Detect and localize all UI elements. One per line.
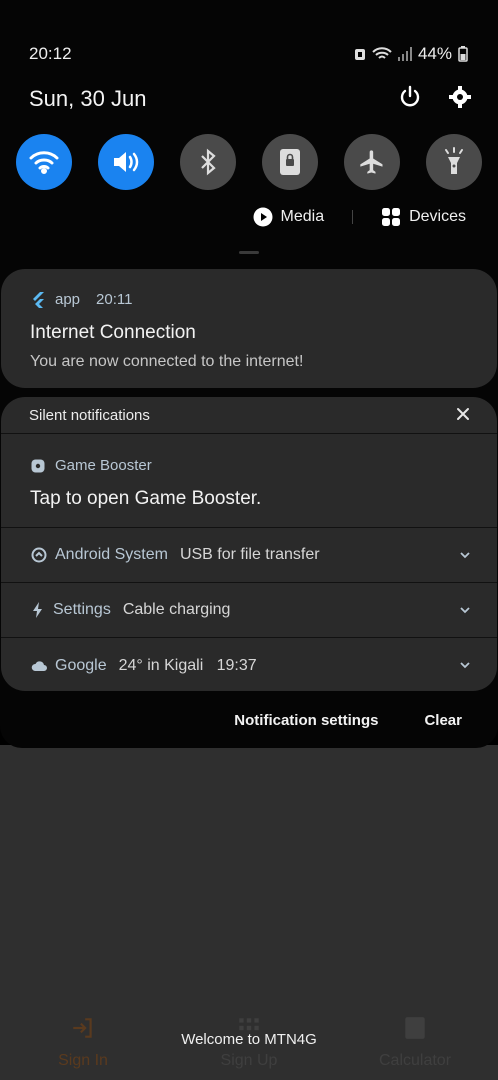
cloud-icon [31, 660, 47, 671]
notification-row-settings[interactable]: Settings Cable charging [1, 583, 497, 638]
silent-header-label: Silent notifications [29, 407, 150, 424]
media-button[interactable]: Media [253, 207, 325, 227]
row-app: Android System [55, 546, 168, 563]
devices-label: Devices [409, 208, 466, 225]
clear-button[interactable]: Clear [424, 712, 462, 729]
portrait-lock-icon [280, 149, 300, 175]
signal-icon [397, 47, 412, 61]
notification-row-google[interactable]: Google 24° in Kigali 19:37 [1, 638, 497, 691]
qs-airplane[interactable] [344, 134, 400, 190]
airplane-icon [360, 150, 383, 174]
notification-settings-button[interactable]: Notification settings [234, 712, 378, 729]
divider [352, 210, 354, 224]
date-label: Sun, 30 Jun [29, 86, 147, 111]
row-message: 24° in Kigali 19:37 [118, 656, 257, 674]
settings-button[interactable] [448, 85, 472, 109]
header-actions [398, 85, 472, 109]
game-booster-icon [31, 459, 45, 472]
devices-button[interactable]: Devices [381, 207, 466, 227]
status-icons: 44% [354, 44, 468, 64]
alarm-icon [354, 49, 365, 60]
row-app: Settings [53, 601, 111, 618]
game-booster-app: Game Booster [55, 457, 152, 474]
row-message: USB for file transfer [179, 546, 320, 563]
game-booster-header: Game Booster [31, 457, 152, 474]
flashlight-icon [445, 147, 463, 174]
qs-rotation-lock[interactable] [262, 134, 318, 190]
chevron-down-icon[interactable] [459, 605, 471, 615]
qs-bluetooth[interactable] [180, 134, 236, 190]
notification-time: 20:11 [96, 291, 133, 308]
power-button[interactable] [398, 85, 422, 109]
silent-header: Silent notifications [1, 397, 497, 434]
qs-wifi[interactable] [16, 134, 72, 190]
row-app: Google [55, 656, 107, 674]
notification-header: app 20:11 [31, 291, 132, 308]
chevron-down-icon[interactable] [459, 660, 471, 670]
game-booster-text: Tap to open Game Booster. [30, 488, 262, 509]
wifi-status-icon [372, 47, 392, 59]
android-system-icon [31, 547, 47, 563]
bluetooth-icon [201, 148, 216, 176]
shade-footer: Notification settings Clear [234, 712, 462, 729]
qs-sound[interactable] [98, 134, 154, 190]
media-devices-bar: Media Devices [253, 207, 466, 227]
charging-icon [33, 602, 42, 618]
qs-flashlight[interactable] [426, 134, 482, 190]
drag-handle[interactable] [239, 251, 259, 254]
play-icon [253, 207, 273, 227]
notification-title: Internet Connection [30, 322, 196, 343]
toast-message: Welcome to MTN4G [181, 1031, 317, 1048]
status-time: 20:12 [29, 44, 72, 63]
battery-percent: 44% [417, 44, 452, 63]
row-message: Cable charging [122, 601, 231, 618]
close-icon[interactable] [455, 406, 471, 422]
devices-icon [382, 208, 401, 226]
notification-shade: 20:12 44% Sun, 30 Jun Media Devices app … [0, 0, 498, 748]
game-booster-notification[interactable]: Game Booster Tap to open Game Booster. [1, 434, 497, 528]
wifi-icon [29, 151, 59, 174]
nav-sign-in-label: Sign In [58, 1052, 108, 1069]
power-icon [400, 85, 420, 107]
silent-notifications-group: Silent notifications Game Booster Tap to… [1, 397, 497, 691]
nav-sign-up-label: Sign Up [220, 1052, 278, 1069]
status-bar: 20:12 44% [29, 44, 468, 64]
flutter-icon [33, 291, 44, 308]
media-label: Media [280, 208, 325, 225]
notification-body: You are now connected to the internet! [30, 353, 304, 370]
chevron-down-icon[interactable] [459, 550, 471, 560]
nav-calculator-label: Calculator [378, 1052, 452, 1069]
battery-icon [458, 46, 468, 62]
notification-app: app [55, 291, 81, 308]
gear-icon [449, 86, 471, 108]
notification-row-android-system[interactable]: Android System USB for file transfer [1, 528, 497, 583]
notification-card[interactable]: app 20:11 Internet Connection You are no… [1, 269, 497, 388]
quick-settings [16, 134, 482, 190]
volume-icon [114, 152, 139, 172]
